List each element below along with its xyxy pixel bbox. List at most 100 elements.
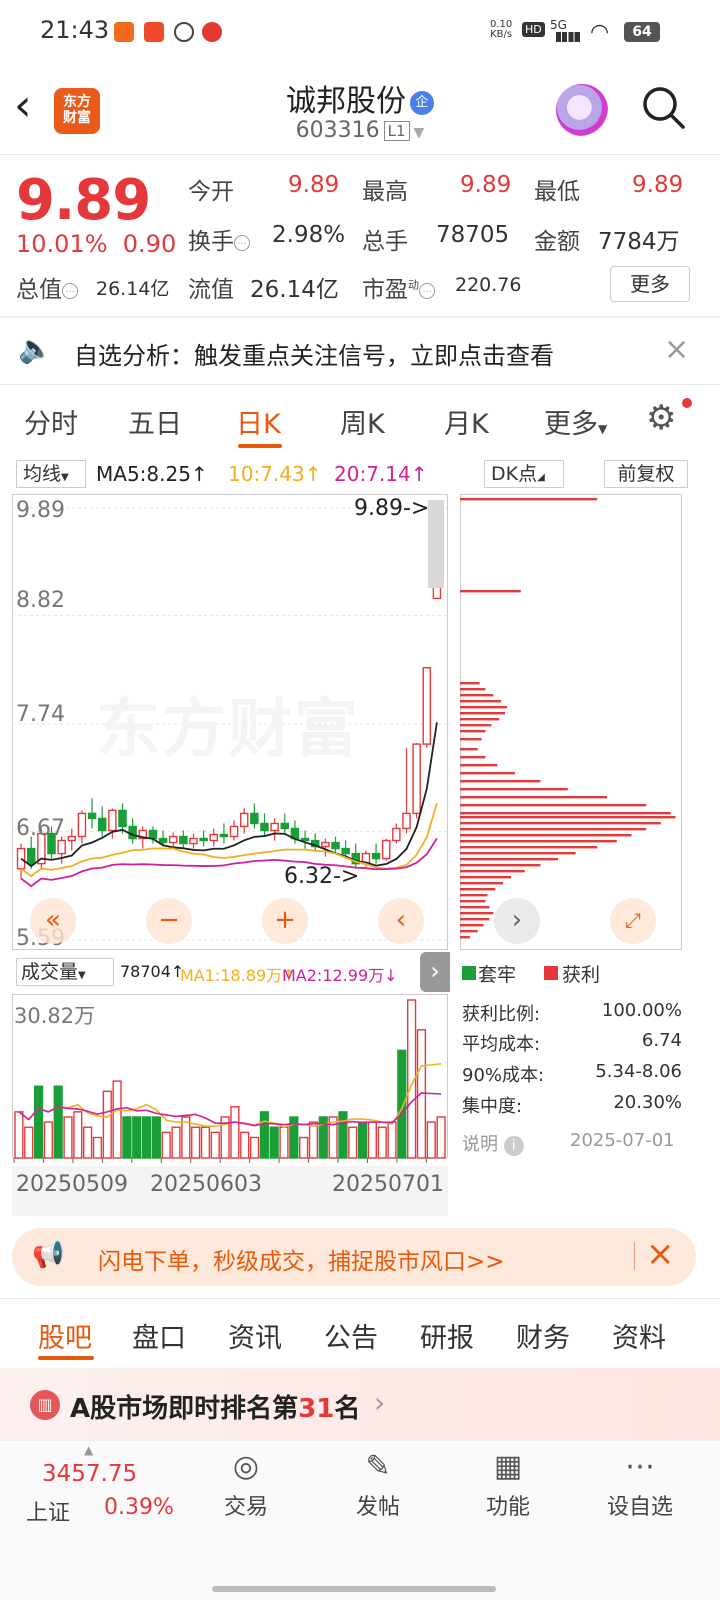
- volume-bar: [397, 1049, 407, 1159]
- tab-financials[interactable]: 财务: [516, 1316, 570, 1355]
- chip-bar: [460, 876, 511, 879]
- stat-label: 集中度:: [462, 1096, 523, 1117]
- chip-bar: [460, 900, 486, 903]
- tab-news[interactable]: 资讯: [228, 1316, 282, 1355]
- megaphone-icon: 📢: [32, 1240, 65, 1270]
- tab-monthly-k[interactable]: 月K: [444, 402, 489, 441]
- nav-post[interactable]: ✎ 发帖: [328, 1445, 428, 1521]
- panel-toggle-icon[interactable]: ›: [420, 952, 450, 992]
- tab-research[interactable]: 研报: [420, 1316, 474, 1355]
- chip-bar: [460, 730, 486, 733]
- chip-bar: [460, 858, 558, 861]
- tab-intraday[interactable]: 分时: [24, 402, 78, 441]
- dk-point-selector[interactable]: DK点◢: [484, 460, 564, 488]
- chip-date: 2025-07-01: [570, 1130, 675, 1151]
- index-name[interactable]: 上证: [26, 1495, 70, 1527]
- chip-bar: [460, 852, 576, 855]
- tab-five-day[interactable]: 五日: [128, 402, 182, 441]
- active-tab-underline: [38, 1356, 94, 1360]
- close-icon[interactable]: ×: [664, 332, 689, 367]
- chip-bar: [460, 724, 492, 727]
- promo-banner[interactable]: 📢 闪电下单，秒级成交，捕捉股市风口>> ×: [12, 1228, 696, 1286]
- y-tick: 9.89: [16, 498, 65, 523]
- nav-trade[interactable]: ◎ 交易: [196, 1445, 296, 1521]
- index-pct[interactable]: 0.39%: [104, 1495, 174, 1520]
- chart-bars-icon: ▥: [30, 1390, 60, 1420]
- tab-weekly-k[interactable]: 周K: [340, 402, 385, 441]
- chevron-left-icon[interactable]: ‹: [378, 898, 424, 944]
- ma-selector[interactable]: 均线▼: [16, 460, 86, 488]
- more-button[interactable]: 更多: [610, 266, 690, 302]
- close-icon[interactable]: ×: [646, 1234, 675, 1274]
- y-tick: 7.74: [16, 702, 65, 727]
- chip-bar: [460, 822, 661, 825]
- stat-label: 90%成本:: [462, 1065, 545, 1086]
- nav-functions[interactable]: ▦ 功能: [458, 1445, 558, 1521]
- index-value[interactable]: 3457.75: [42, 1461, 137, 1487]
- max-price-label: 9.89->: [354, 496, 430, 521]
- candle-body: [321, 841, 330, 848]
- chip-bar: [460, 870, 525, 873]
- volume-bar: [161, 1131, 171, 1159]
- pe-label: 市盈动…: [362, 270, 435, 304]
- tab-announcements[interactable]: 公告: [324, 1316, 378, 1355]
- candle-body: [87, 812, 97, 820]
- notice-bar[interactable]: 🔈 自选分析：触发重点关注信号，立即点击查看 ×: [0, 318, 720, 384]
- candle-body: [179, 835, 188, 845]
- stat-value: 6.74: [641, 1030, 682, 1051]
- signal-bars-icon: [556, 32, 580, 42]
- turnover-value: 2.98%: [272, 222, 346, 248]
- volume-bar: [132, 1116, 142, 1159]
- candle-body: [108, 809, 117, 832]
- chevron-right-icon[interactable]: ›: [494, 898, 540, 944]
- trapped-legend-icon: [462, 966, 476, 980]
- volume-indicator-selector[interactable]: 成交量▼: [16, 958, 114, 986]
- candle-body: [97, 817, 107, 832]
- market-rank-card[interactable]: ▥ A股市场即时排名第31名 ›: [0, 1368, 720, 1440]
- stat-value: 5.34-8.06: [595, 1061, 682, 1082]
- volume-bar: [63, 1116, 73, 1159]
- tab-profile[interactable]: 资料: [612, 1316, 666, 1355]
- adjustment-selector[interactable]: 前复权: [604, 460, 688, 488]
- chip-bar: [460, 706, 508, 709]
- chip-bar: [460, 930, 478, 933]
- bottom-nav: ▲ 3457.75 上证 0.39% ◎ 交易 ✎ 发帖 ▦ 功能 ⋯ 设自选: [0, 1440, 720, 1600]
- explain-link[interactable]: 说明 i: [462, 1130, 524, 1156]
- expand-icon[interactable]: ⤢: [610, 898, 656, 944]
- tab-forum[interactable]: 股吧: [38, 1316, 92, 1355]
- settings-gear-icon[interactable]: ⚙: [646, 398, 676, 438]
- chip-bar: [460, 498, 598, 501]
- volume-bar: [387, 1121, 397, 1159]
- zoom-out-icon[interactable]: −: [146, 898, 192, 944]
- price-change: 10.01% 0.90: [16, 230, 177, 258]
- assistant-avatar-icon[interactable]: [556, 84, 608, 136]
- scroll-left-icon[interactable]: «: [30, 898, 76, 944]
- volume-current: 78704↑: [120, 962, 185, 981]
- volume-bar: [83, 1126, 93, 1159]
- volume-bar: [377, 1126, 387, 1159]
- candle-body: [26, 847, 36, 865]
- tab-more[interactable]: 更多▼: [544, 402, 607, 441]
- chip-bar: [460, 918, 490, 921]
- search-icon[interactable]: [640, 84, 686, 130]
- float-mv-value: 26.14亿: [250, 277, 339, 303]
- stock-code[interactable]: 603316 L1 ▼: [0, 118, 720, 143]
- tab-daily-k[interactable]: 日K: [236, 402, 281, 441]
- nav-add-watchlist[interactable]: ⋯ 设自选: [590, 1445, 690, 1521]
- volume-bar: [191, 1126, 201, 1159]
- volume-bar: [102, 1090, 112, 1159]
- link-icon: [174, 22, 194, 42]
- volume-bar: [112, 1080, 122, 1159]
- zoom-in-icon[interactable]: +: [262, 898, 308, 944]
- grid-icon: ▦: [493, 1449, 523, 1484]
- tab-orderbook[interactable]: 盘口: [132, 1316, 186, 1355]
- low-label: 最低: [534, 179, 580, 205]
- volume-bar: [259, 1111, 269, 1159]
- volume-max-label: 30.82万: [14, 1004, 96, 1028]
- chip-bar: [460, 894, 488, 897]
- candle-body: [270, 822, 279, 832]
- edit-icon: ✎: [365, 1449, 391, 1484]
- chevron-right-icon: ›: [374, 1386, 386, 1419]
- candle-body: [128, 825, 137, 840]
- battery-icon: 64: [624, 22, 660, 42]
